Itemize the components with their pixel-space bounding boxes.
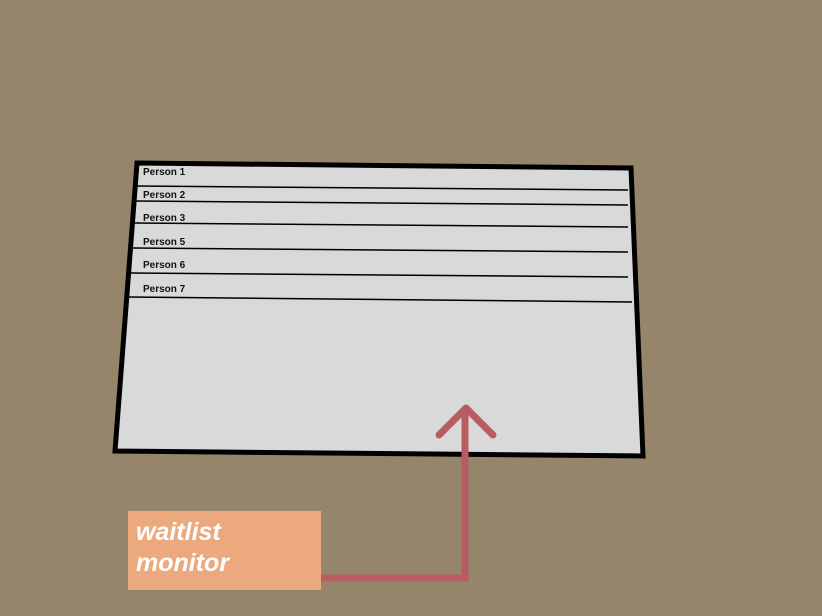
list-item-label: Person 6 [143,260,186,271]
list-item-label: Person 3 [143,213,186,224]
waitlist-monitor-callout: waitlist monitor [128,511,321,590]
list-item-label: Person 7 [143,284,186,295]
list-item-label: Person 2 [143,190,186,201]
callout-label: waitlist monitor [136,518,230,577]
monitor-screen: Person 1 Person 2 Person 3 Person 5 Pers… [112,160,646,459]
monitor-screen-frame [112,160,646,459]
waitlist-monitor-diagram: Person 1 Person 2 Person 3 Person 5 Pers… [112,160,646,582]
list-item-label: Person 5 [143,237,186,248]
list-item-label: Person 1 [143,167,186,178]
